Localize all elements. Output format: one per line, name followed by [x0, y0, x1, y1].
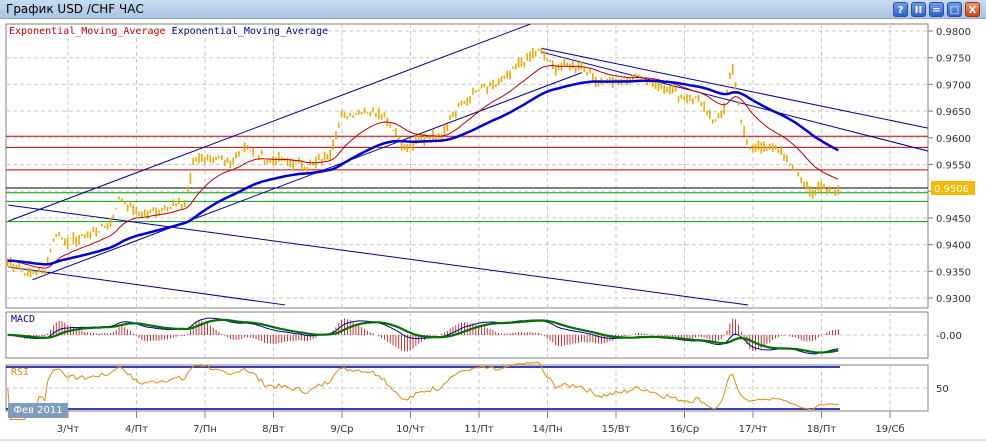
rsi-label: RSI [11, 367, 30, 378]
legend-ema-fast[interactable]: Exponential_Moving_Average [9, 26, 166, 37]
x-tick-label: 7/Пн [193, 424, 217, 435]
rsi-panel [5, 364, 929, 412]
y-tick-label: 0.9650 [936, 107, 971, 118]
y-tick-label: 0.9400 [936, 241, 971, 252]
main-panel [5, 23, 929, 309]
y-tick-label: 0.9750 [936, 54, 971, 65]
y-tick-label: 0.9550 [936, 161, 971, 172]
period-badge: Фев 2011 [8, 403, 68, 418]
x-tick-label: 3/Чт [57, 424, 80, 435]
y-tick-label: 0.9800 [936, 27, 971, 38]
macd-tick-label: -0.00 [936, 331, 962, 342]
macd-label: MACD [11, 314, 36, 325]
price-chart[interactable]: 3/Чт 4/Пт 7/Пн 8/Вт 9/Ср 10/Чт 11/Пт 14/Пн 15/Вт… [0, 0, 986, 446]
x-tick-label: 16/Ср [670, 424, 699, 435]
x-tick-label: 8/Вт [262, 424, 285, 435]
y-tick-label: 0.9700 [936, 80, 971, 91]
x-tick-label: 10/Чт [396, 424, 425, 435]
x-tick-label: 15/Вт [602, 424, 631, 435]
indicator-legend: Exponential_Moving_Average Exponential_M… [9, 26, 329, 37]
x-tick-label: 17/Чт [739, 424, 768, 435]
y-tick-label: 0.9600 [936, 134, 971, 145]
y-tick-label: 0.9450 [936, 214, 971, 225]
x-tick-label: 9/Ср [330, 424, 353, 435]
rsi-tick-label: 50 [936, 384, 949, 395]
x-tick-label: 4/Пт [125, 424, 148, 435]
last-price-label: 0.9506 [934, 184, 969, 195]
x-tick-label: 19/Сб [875, 424, 904, 435]
legend-ema-slow[interactable]: Exponential_Moving_Average [172, 26, 329, 37]
x-tick-label: 18/Пт [807, 424, 837, 435]
y-tick-label: 0.9350 [936, 267, 971, 278]
x-tick-label: 14/Пн [532, 424, 562, 435]
y-tick-label: 0.9300 [936, 294, 971, 305]
x-tick-label: 11/Пт [464, 424, 494, 435]
